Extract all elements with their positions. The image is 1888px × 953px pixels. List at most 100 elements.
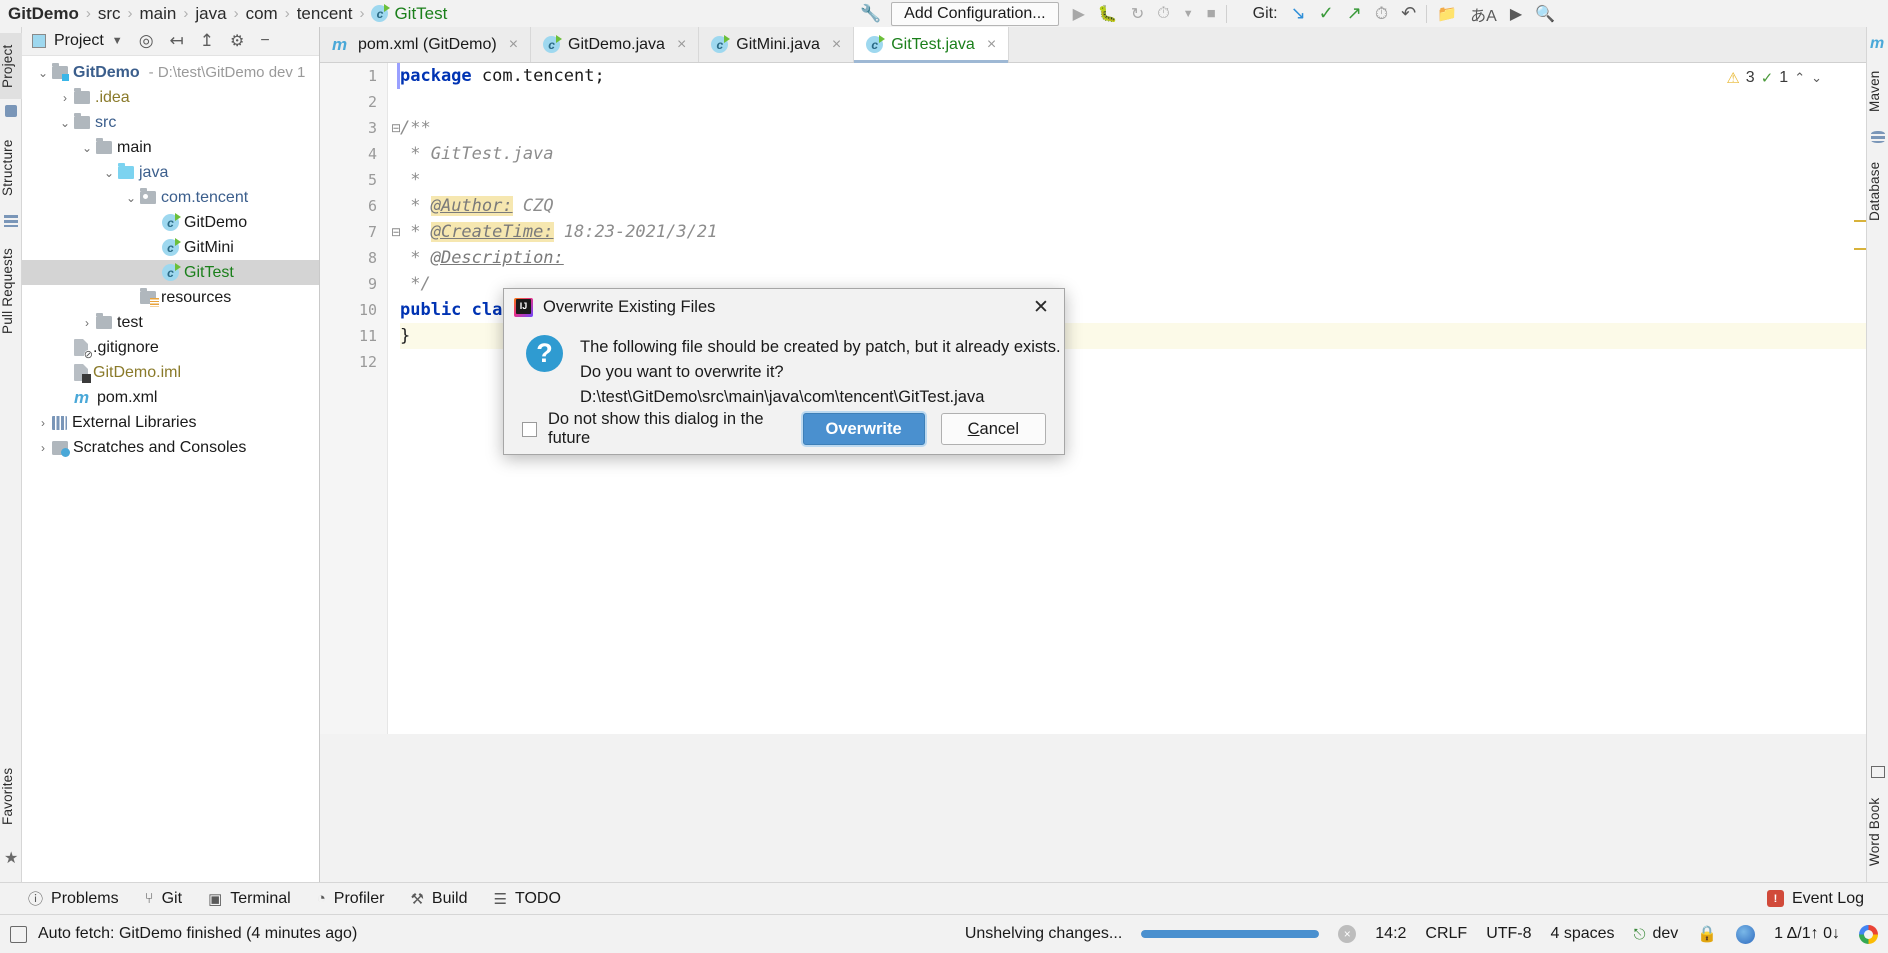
code-line[interactable]: * @Description: xyxy=(400,245,1866,271)
close-icon[interactable]: × xyxy=(987,36,996,54)
checkbox-box[interactable] xyxy=(522,421,537,437)
editor-tab-pom-xml-gitdemo-[interactable]: m pom.xml (GitDemo) × xyxy=(320,27,532,62)
commit-icon[interactable]: ✓ xyxy=(1319,3,1334,24)
event-log-button[interactable]: ! Event Log xyxy=(1766,890,1864,908)
tool-window-todo[interactable]: ☰ TODO xyxy=(494,890,561,908)
run-icon[interactable]: ▶ xyxy=(1073,4,1085,24)
tool-window-problems[interactable]: ⓘ Problems xyxy=(28,888,119,909)
tree-item-com-tencent[interactable]: ⌄ com.tencent xyxy=(22,185,319,210)
code-line[interactable]: * @CreateTime: 18:23-2021/3/21 xyxy=(400,219,1866,245)
expand-all-icon[interactable]: ↤ xyxy=(170,31,184,51)
editor-tab-gitmini-java[interactable]: c GitMini.java × xyxy=(699,27,855,62)
overwrite-button[interactable]: Overwrite xyxy=(802,413,925,445)
indent-setting[interactable]: 4 spaces xyxy=(1551,925,1615,943)
hide-icon[interactable]: − xyxy=(260,32,269,50)
code-line[interactable]: * xyxy=(400,167,1866,193)
code-fold-icon[interactable]: ⊟ xyxy=(389,115,403,141)
code-fold-icon[interactable]: ⊟ xyxy=(389,219,403,245)
add-configuration-button[interactable]: Add Configuration... xyxy=(891,1,1059,26)
chevron-right-icon[interactable]: › xyxy=(34,441,52,455)
breadcrumb-item-2[interactable]: main xyxy=(140,4,177,24)
tree-item--idea[interactable]: › .idea xyxy=(22,85,319,110)
editor-tab-gittest-java[interactable]: c GitTest.java × xyxy=(854,27,1010,63)
sidebar-item-structure[interactable]: Structure xyxy=(0,127,22,209)
tree-item-pom-xml[interactable]: ›m pom.xml xyxy=(22,385,319,410)
prev-problem-icon[interactable]: ⌃ xyxy=(1794,70,1805,86)
notification-counts[interactable]: 1 Δ/1↑ 0↓ xyxy=(1774,925,1840,943)
collapse-all-icon[interactable]: ↥ xyxy=(200,31,214,51)
profile-icon[interactable]: ⏱ xyxy=(1157,5,1169,23)
dropdown-icon[interactable]: ▼ xyxy=(1183,8,1194,20)
debug-icon[interactable]: 🐛 xyxy=(1098,4,1118,24)
chevron-right-icon[interactable]: › xyxy=(144,241,162,255)
tool-window-git[interactable]: ⑂ Git xyxy=(145,890,182,908)
code-line[interactable]: * GitTest.java xyxy=(400,141,1866,167)
caret-position[interactable]: 14:2 xyxy=(1375,925,1406,943)
next-problem-icon[interactable]: ⌄ xyxy=(1811,70,1822,86)
breadcrumb-item-5[interactable]: tencent xyxy=(297,4,353,24)
google-icon[interactable] xyxy=(1859,924,1878,944)
breadcrumb-item-3[interactable]: java xyxy=(195,4,226,24)
tree-item-resources[interactable]: › resources xyxy=(22,285,319,310)
breadcrumb-item-0[interactable]: GitDemo xyxy=(8,4,79,24)
sidebar-item-pull-requests[interactable]: Pull Requests xyxy=(0,237,22,345)
sidebar-item-word-book[interactable]: Word Book xyxy=(1867,784,1888,880)
file-encoding[interactable]: UTF-8 xyxy=(1486,925,1531,943)
tree-item-gitdemo-iml[interactable]: › GitDemo.iml xyxy=(22,360,319,385)
breadcrumb-item-4[interactable]: com xyxy=(246,4,278,24)
breadcrumb-item-1[interactable]: src xyxy=(98,4,121,24)
cancel-button[interactable]: Cancel xyxy=(940,413,1046,445)
chevron-right-icon[interactable]: › xyxy=(56,391,74,405)
chevron-right-icon[interactable]: › xyxy=(78,316,96,330)
sidebar-item-maven[interactable]: Maven xyxy=(1867,59,1888,123)
chevron-right-icon[interactable]: › xyxy=(144,216,162,230)
tree-item-java[interactable]: ⌄ java xyxy=(22,160,319,185)
tree-item-gitdemo[interactable]: ›cGitDemo xyxy=(22,210,319,235)
line-separator[interactable]: CRLF xyxy=(1425,925,1467,943)
chevron-right-icon[interactable]: › xyxy=(144,266,162,280)
run-with-coverage-icon[interactable]: ↻ xyxy=(1131,4,1144,24)
history-icon[interactable]: ⏱ xyxy=(1375,4,1388,24)
git-branch-widget[interactable]: ⎋ dev xyxy=(1634,925,1679,943)
tree-item-src[interactable]: ⌄ src xyxy=(22,110,319,135)
settings-gear-icon[interactable]: ⚙ xyxy=(230,31,244,51)
breadcrumb-item-6[interactable]: GitTest xyxy=(394,4,447,24)
locate-icon[interactable]: ◎ xyxy=(139,31,154,51)
chevron-right-icon[interactable]: › xyxy=(122,291,140,305)
tree-item--gitignore[interactable]: › .gitignore xyxy=(22,335,319,361)
chevron-right-icon[interactable]: › xyxy=(56,341,74,355)
editor-gutter[interactable]: 1 2 3 4 5 6 7 8 9 10 11 12 xyxy=(320,63,388,734)
chevron-right-icon[interactable]: › xyxy=(56,366,74,380)
code-line[interactable] xyxy=(400,89,1866,115)
progress-cancel-icon[interactable]: × xyxy=(1338,925,1357,943)
tree-item-gitdemo[interactable]: ⌄ GitDemo - D:\test\GitDemo dev 1 xyxy=(22,60,319,85)
code-line[interactable]: * @Author: CZQ xyxy=(400,193,1866,219)
tree-item-scratches-and-consoles[interactable]: › Scratches and Consoles xyxy=(22,435,319,460)
present-icon[interactable]: ▶ xyxy=(1510,4,1522,24)
tree-item-test[interactable]: › test xyxy=(22,310,319,335)
chevron-down-icon[interactable]: ⌄ xyxy=(78,141,96,155)
chevron-down-icon[interactable]: ▼ xyxy=(112,35,123,47)
do-not-show-again-checkbox[interactable]: Do not show this dialog in the future xyxy=(522,410,803,448)
close-icon[interactable]: ✕ xyxy=(1028,294,1054,320)
chevron-down-icon[interactable]: ⌄ xyxy=(122,191,140,205)
chevron-right-icon[interactable]: › xyxy=(56,91,74,105)
close-icon[interactable]: × xyxy=(509,36,518,54)
push-icon[interactable]: ↗ xyxy=(1347,3,1362,24)
translate-icon[interactable]: あA xyxy=(1470,2,1497,26)
chevron-right-icon[interactable]: › xyxy=(34,416,52,430)
tree-item-main[interactable]: ⌄ main xyxy=(22,135,319,160)
chevron-down-icon[interactable]: ⌄ xyxy=(100,166,118,180)
chevron-down-icon[interactable]: ⌄ xyxy=(56,116,74,130)
chevron-down-icon[interactable]: ⌄ xyxy=(34,66,52,80)
code-line[interactable]: package com.tencent; xyxy=(400,63,1866,89)
sidebar-item-favorites[interactable]: Favorites xyxy=(0,754,22,838)
editor-tab-gitdemo-java[interactable]: c GitDemo.java × xyxy=(531,27,700,62)
wrench-icon[interactable]: 🔧 xyxy=(860,4,881,24)
tree-item-gitmini[interactable]: ›cGitMini xyxy=(22,235,319,260)
search-icon[interactable]: 🔍 xyxy=(1535,4,1555,24)
ide-indicator-icon[interactable] xyxy=(1736,924,1756,944)
update-project-icon[interactable]: ↘ xyxy=(1291,3,1306,24)
project-structure-icon[interactable]: 📁 xyxy=(1437,4,1457,24)
sidebar-item-database[interactable]: Database xyxy=(1867,151,1888,231)
